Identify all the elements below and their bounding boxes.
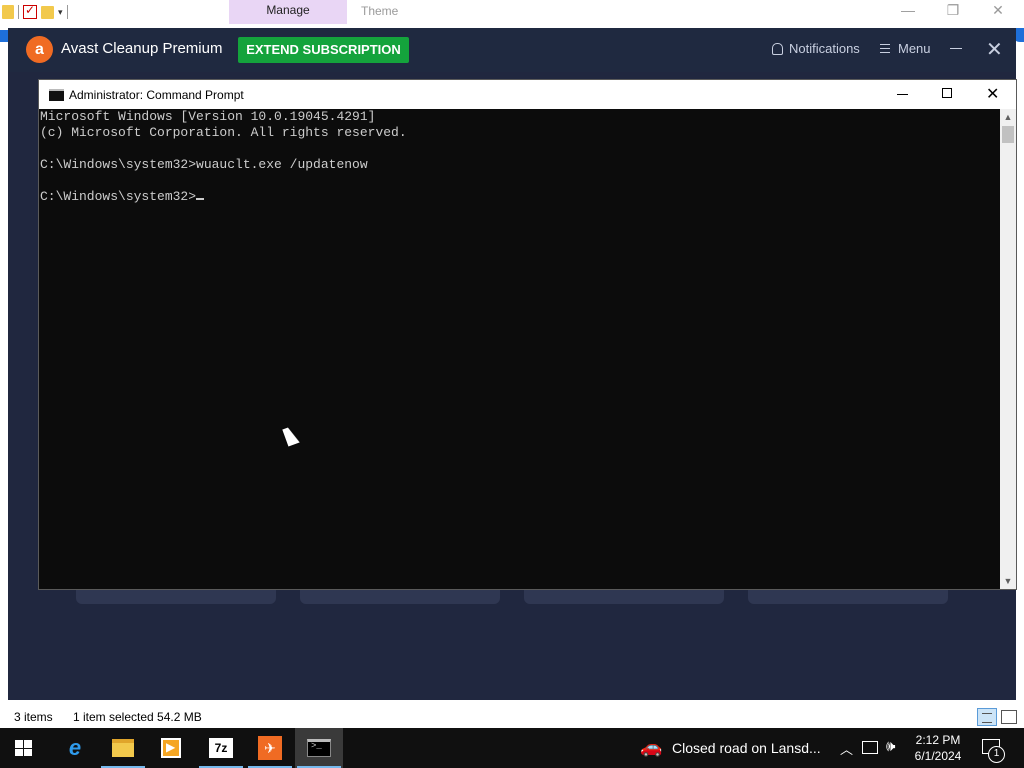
status-item-count: 3 items: [14, 710, 53, 724]
tab-theme[interactable]: Theme: [361, 4, 398, 18]
cmd-scrollbar[interactable]: ▲ ▼: [1000, 109, 1016, 589]
status-selection: 1 item selected 54.2 MB: [73, 710, 202, 724]
avast-close-icon[interactable]: ✕: [986, 37, 1003, 62]
console-line: C:\Windows\system32>wuauclt.exe /updaten…: [40, 157, 368, 172]
explorer-status-bar: 3 items 1 item selected 54.2 MB: [0, 706, 1024, 728]
7zip-icon: 7z: [209, 738, 233, 758]
cmd-titlebar[interactable]: Administrator: Command Prompt ✕: [39, 80, 1016, 109]
taskbar-file-explorer[interactable]: [99, 728, 147, 768]
console-line: Microsoft Windows [Version 10.0.19045.42…: [40, 109, 376, 124]
details-view-icon[interactable]: [977, 708, 997, 726]
command-prompt-icon[interactable]: [49, 89, 64, 101]
command-prompt-window[interactable]: Administrator: Command Prompt ✕ Microsof…: [38, 79, 1017, 590]
avast-minimize-icon[interactable]: [950, 48, 962, 49]
media-player-icon: [161, 738, 181, 758]
system-clock[interactable]: 2:12 PM 6/1/2024: [908, 732, 968, 764]
tab-manage[interactable]: Manage: [229, 0, 347, 24]
taskbar-7zip[interactable]: 7z: [197, 728, 245, 768]
command-prompt-icon: [307, 739, 331, 757]
taskbar-media-player[interactable]: [147, 728, 195, 768]
clock-date: 6/1/2024: [914, 749, 962, 763]
avast-icon: ✈: [258, 736, 282, 760]
explorer-restore-icon[interactable]: ❐: [943, 2, 963, 19]
cmd-maximize-icon[interactable]: [942, 88, 952, 98]
avast-card[interactable]: [76, 588, 276, 604]
taskbar: e 7z ✈ 🚗 Closed road on Lansd... ︿ 🕪 2:1…: [0, 728, 1024, 768]
explorer-edge: [0, 30, 8, 42]
avast-card[interactable]: [300, 588, 500, 604]
cmd-console[interactable]: Microsoft Windows [Version 10.0.19045.42…: [39, 109, 1000, 589]
taskbar-command-prompt[interactable]: [295, 728, 343, 768]
extend-subscription-button[interactable]: EXTEND SUBSCRIPTION: [238, 37, 409, 63]
menu-label: Menu: [898, 41, 931, 56]
quick-access-toolbar: ▾: [2, 3, 68, 21]
chevron-up-icon[interactable]: ︿: [840, 739, 853, 758]
hamburger-icon: [880, 44, 890, 53]
avast-title: Avast Cleanup Premium: [61, 40, 223, 57]
notifications-label: Notifications: [789, 41, 860, 56]
large-icons-view-icon[interactable]: [1001, 710, 1017, 724]
scroll-down-icon[interactable]: ▼: [1000, 573, 1016, 589]
news-widget-text[interactable]: Closed road on Lansd...: [672, 740, 821, 756]
avast-card[interactable]: [748, 588, 948, 604]
menu-button[interactable]: Menu: [880, 41, 931, 56]
windows-start-icon[interactable]: [15, 740, 32, 756]
avast-card[interactable]: [524, 588, 724, 604]
taskbar-avast[interactable]: ✈: [246, 728, 294, 768]
explorer-ribbon: ▾ Manage Theme — ❐ ✕: [0, 0, 1024, 28]
notification-count-badge: 1: [988, 746, 1005, 763]
explorer-close-icon[interactable]: ✕: [988, 2, 1008, 19]
scroll-thumb[interactable]: [1002, 126, 1014, 143]
cmd-title: Administrator: Command Prompt: [69, 88, 244, 102]
bell-icon: [772, 42, 783, 55]
console-line: (c) Microsoft Corporation. All rights re…: [40, 125, 407, 140]
folder-icon[interactable]: [2, 5, 14, 19]
file-explorer-icon: [112, 739, 134, 757]
cmd-close-icon[interactable]: ✕: [986, 84, 999, 104]
cmd-minimize-icon[interactable]: [897, 94, 908, 95]
taskbar-internet-explorer[interactable]: e: [51, 728, 99, 768]
toolbar-divider: [66, 5, 68, 19]
notifications-button[interactable]: Notifications: [772, 41, 860, 56]
car-warning-icon[interactable]: 🚗: [640, 737, 664, 759]
properties-icon[interactable]: [23, 3, 37, 19]
internet-explorer-icon: e: [68, 735, 82, 760]
console-prompt-line: C:\Windows\system32>: [40, 189, 1000, 205]
toolbar-divider: [18, 5, 19, 19]
volume-icon[interactable]: 🕪: [886, 738, 895, 755]
avast-header: a Avast Cleanup Premium EXTEND SUBSCRIPT…: [8, 28, 1016, 72]
new-folder-icon[interactable]: [41, 5, 54, 19]
scroll-up-icon[interactable]: ▲: [1000, 109, 1016, 125]
avast-logo-icon: a: [26, 36, 53, 63]
customize-dropdown-icon[interactable]: ▾: [58, 7, 63, 18]
clock-time: 2:12 PM: [915, 733, 961, 747]
explorer-minimize-icon[interactable]: —: [898, 2, 918, 18]
console-prompt: C:\Windows\system32>: [40, 189, 197, 204]
text-cursor: [196, 198, 205, 200]
network-icon[interactable]: [862, 741, 878, 754]
